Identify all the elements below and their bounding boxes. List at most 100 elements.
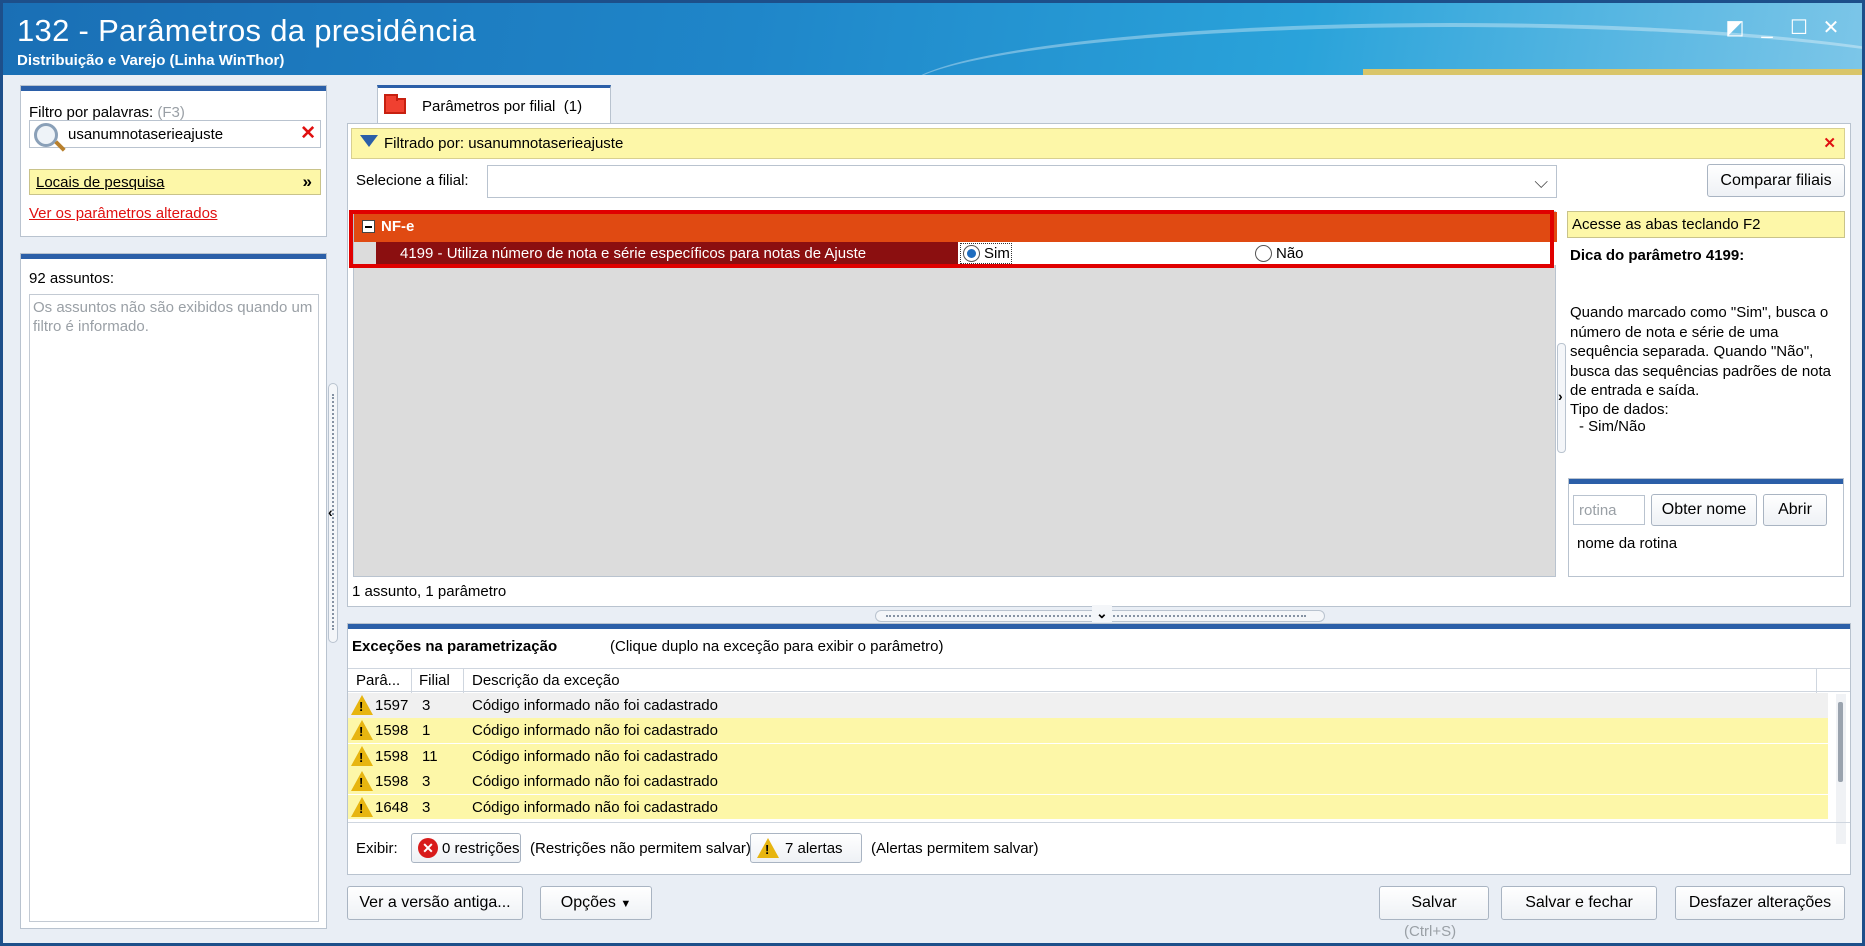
locais-label: Locais de pesquisa xyxy=(36,174,165,191)
exceptions-hint: (Clique duplo na exceção para exibir o p… xyxy=(610,638,944,655)
col-divider xyxy=(1816,669,1817,693)
double-chevron-down-icon: » xyxy=(302,172,312,191)
save-button[interactable]: Salvar xyxy=(1379,886,1489,920)
warning-icon xyxy=(351,746,373,766)
row-param: 1598 xyxy=(375,748,409,765)
row-param: 1598 xyxy=(375,773,409,790)
restore-icon[interactable]: ◩ xyxy=(1721,15,1749,41)
options-button[interactable]: Opções ▼ xyxy=(540,886,652,920)
warning-icon xyxy=(351,720,373,740)
alerts-note: (Alertas permitem salvar) xyxy=(871,840,1039,857)
tip-splitter[interactable]: › xyxy=(1557,343,1566,453)
filial-select[interactable]: ⌵ xyxy=(487,165,1557,198)
maximize-icon[interactable]: ☐ xyxy=(1785,15,1813,41)
subjects-list[interactable]: Os assuntos não são exibidos quando um f… xyxy=(29,294,319,922)
scrollbar-thumb[interactable] xyxy=(1838,702,1843,782)
row-desc: Código informado não foi cadastrado xyxy=(472,722,718,739)
folder-icon xyxy=(384,94,406,114)
row-param: 1598 xyxy=(375,722,409,739)
horizontal-splitter[interactable]: ⌄ xyxy=(875,605,1325,622)
alerts-button[interactable]: 7 alertas xyxy=(750,833,862,863)
row-desc: Código informado não foi cadastrado xyxy=(472,748,718,765)
subjects-hint: Os assuntos não são exibidos quando um f… xyxy=(33,299,313,335)
search-icon xyxy=(34,123,58,147)
tip-body: Quando marcado como "Sim", busca o númer… xyxy=(1570,304,1832,399)
subjects-count: 92 assuntos: xyxy=(29,270,115,287)
row-filial: 3 xyxy=(422,773,431,790)
divider xyxy=(348,822,1850,823)
title-decoration xyxy=(903,23,1862,75)
window-title: 132 - Parâmetros da presidência xyxy=(17,13,477,48)
old-version-button[interactable]: Ver a versão antiga... xyxy=(347,886,523,920)
restrictions-button[interactable]: ✕ 0 restrições xyxy=(411,833,521,863)
clear-filter-icon[interactable]: ✕ xyxy=(1823,134,1836,152)
grid-footer: 1 assunto, 1 parâmetro xyxy=(352,583,507,600)
col-divider xyxy=(411,669,412,693)
caret-down-icon: ▼ xyxy=(620,898,632,910)
chevron-left-icon: ‹ xyxy=(328,504,333,520)
filial-label: Selecione a filial: xyxy=(356,172,469,189)
col-descricao[interactable]: Descrição da exceção xyxy=(472,672,620,689)
col-divider xyxy=(463,669,464,693)
table-row[interactable]: 1648 3 Código informado não foi cadastra… xyxy=(348,795,1828,819)
rotina-input[interactable]: rotina xyxy=(1573,495,1645,525)
row-desc: Código informado não foi cadastrado xyxy=(472,773,718,790)
row-param: 1648 xyxy=(375,799,409,816)
compare-filiais-button[interactable]: Comparar filiais xyxy=(1707,164,1845,197)
filter-label: Filtro por palavras: (F3) xyxy=(29,104,185,121)
filter-bar-text: Filtrado por: usanumnotaserieajuste xyxy=(384,135,624,152)
changed-params-link[interactable]: Ver os parâmetros alterados xyxy=(29,205,217,222)
rotina-name-label: nome da rotina xyxy=(1577,535,1678,552)
table-row[interactable]: 1598 1 Código informado não foi cadastra… xyxy=(348,718,1828,743)
table-row[interactable]: 1597 3 Código informado não foi cadastra… xyxy=(348,693,1828,718)
exceptions-panel: Exceções na parametrização (Clique duplo… xyxy=(347,623,1851,875)
title-bar: 132 - Parâmetros da presidência Distribu… xyxy=(3,3,1862,75)
funnel-icon xyxy=(360,135,378,147)
exceptions-title: Exceções na parametrização xyxy=(352,638,558,655)
row-param: 1597 xyxy=(375,697,409,714)
error-icon: ✕ xyxy=(418,838,438,858)
row-desc: Código informado não foi cadastrado xyxy=(472,799,718,816)
restrictions-label: 0 restrições xyxy=(442,840,520,857)
panel-accent xyxy=(21,86,326,91)
row-filial: 3 xyxy=(422,799,431,816)
alerts-label: 7 alertas xyxy=(785,840,843,857)
vertical-splitter[interactable]: ‹ xyxy=(328,383,338,643)
main-window: 132 - Parâmetros da presidência Distribu… xyxy=(0,0,1865,946)
tip-scroll-area[interactable]: Quando marcado como "Sim", busca o númer… xyxy=(1567,251,1845,471)
table-row[interactable]: 1598 11 Código informado não foi cadastr… xyxy=(348,744,1828,769)
col-filial[interactable]: Filial xyxy=(419,672,450,689)
tab-label: Parâmetros por filial (1) xyxy=(422,98,583,115)
chevron-down-icon: ⌵ xyxy=(1534,172,1548,192)
col-param[interactable]: Parâ... xyxy=(356,672,400,689)
minimize-icon[interactable]: _ xyxy=(1753,15,1781,41)
rotina-placeholder: rotina xyxy=(1579,502,1617,519)
highlight-frame xyxy=(349,210,1554,268)
warning-icon xyxy=(757,838,779,858)
tip-header: Acesse as abas teclando F2 xyxy=(1567,211,1845,238)
undo-changes-button[interactable]: Desfazer alterações xyxy=(1675,886,1845,920)
obter-nome-button[interactable]: Obter nome xyxy=(1651,494,1757,526)
tip-header-text: Acesse as abas teclando F2 xyxy=(1572,216,1761,233)
panel-accent xyxy=(1569,479,1843,484)
search-input[interactable]: usanumnotaserieajuste ✕ xyxy=(29,120,321,148)
subjects-panel: 92 assuntos: Os assuntos não são exibido… xyxy=(20,253,327,929)
exibir-label: Exibir: xyxy=(356,840,398,857)
tab-parametros-por-filial[interactable]: Parâmetros por filial (1) xyxy=(377,85,611,123)
clear-search-icon[interactable]: ✕ xyxy=(300,122,316,145)
panel-accent xyxy=(21,254,326,259)
chevron-down-icon: ⌄ xyxy=(1092,605,1112,622)
abrir-button[interactable]: Abrir xyxy=(1763,494,1827,526)
table-row[interactable]: 1598 3 Código informado não foi cadastra… xyxy=(348,769,1828,794)
panel-accent xyxy=(348,624,1850,629)
locais-dropdown[interactable]: Locais de pesquisa » xyxy=(29,169,321,195)
window-subtitle: Distribuição e Varejo (Linha WinThor) xyxy=(17,52,285,69)
close-icon[interactable]: ✕ xyxy=(1817,15,1845,41)
chevron-right-icon: › xyxy=(1558,388,1563,404)
save-close-button[interactable]: Salvar e fechar xyxy=(1501,886,1657,920)
warning-icon xyxy=(351,771,373,791)
tip-data-type-value: - Sim/Não xyxy=(1579,418,1646,435)
save-shortcut: (Ctrl+S) xyxy=(1404,923,1457,940)
filter-bar: Filtrado por: usanumnotaserieajuste ✕ xyxy=(351,128,1845,159)
row-desc: Código informado não foi cadastrado xyxy=(472,697,718,714)
